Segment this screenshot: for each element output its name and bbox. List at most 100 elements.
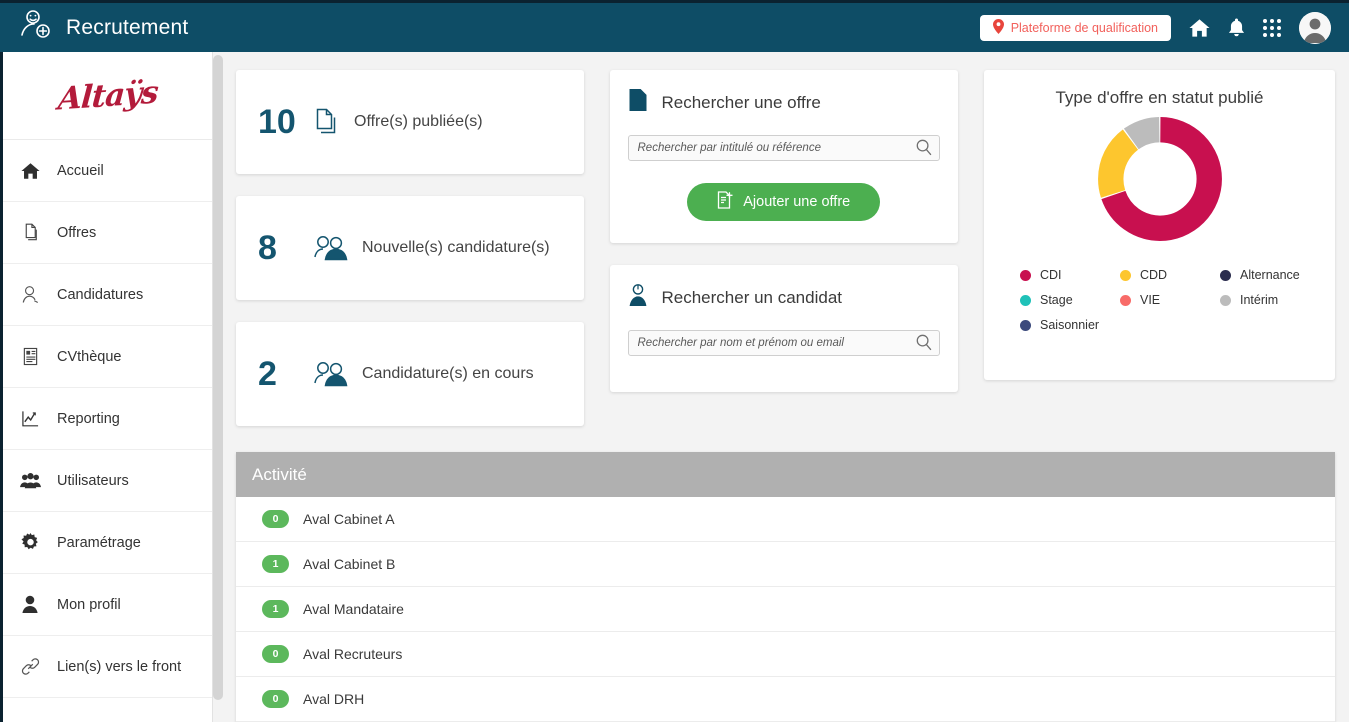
home-icon[interactable] <box>1189 18 1210 38</box>
sidebar-logo[interactable]: Altaÿs <box>3 52 212 140</box>
search-offer-input[interactable] <box>627 135 940 161</box>
search-offer-header: Rechercher une offre <box>628 88 941 117</box>
legend-item-vie[interactable]: VIE <box>1120 293 1220 307</box>
apps-grid-icon[interactable] <box>1263 18 1281 37</box>
bell-icon[interactable] <box>1228 18 1245 38</box>
add-offer-button[interactable]: Ajouter une offre <box>687 183 881 221</box>
search-offer-title: Rechercher une offre <box>661 92 821 112</box>
person-filled-icon <box>19 595 41 614</box>
activity-count-badge: 0 <box>262 510 289 528</box>
avatar[interactable] <box>1299 11 1331 44</box>
sidebar-item-cvtheque[interactable]: CVthèque <box>3 326 212 388</box>
legend-item-cdd[interactable]: CDD <box>1120 268 1220 282</box>
legend-item-saisonnier[interactable]: Saisonnier <box>1020 318 1120 332</box>
legend-label: CDI <box>1040 268 1062 282</box>
legend-color-dot <box>1020 319 1031 331</box>
stat-label: Candidature(s) en cours <box>362 365 534 382</box>
activity-title: Activité <box>236 452 1335 497</box>
legend-color-dot <box>1120 294 1131 306</box>
cv-document-icon <box>19 347 41 366</box>
brand: Recrutement <box>0 9 188 46</box>
person-icon <box>628 283 648 312</box>
person-outline-icon <box>19 285 41 304</box>
main-content: 10 Offre(s) publiée(s) 8 Nouvelle(s) can… <box>223 52 1349 722</box>
activity-row[interactable]: 0 Aval DRH <box>236 677 1335 722</box>
chart-legend: CDI CDD Alternance Stage VIE Intérim Saisonnie… <box>998 268 1321 332</box>
stat-card-offres-publiees[interactable]: 10 Offre(s) publiée(s) <box>236 70 584 174</box>
sidebar-item-utilisateurs[interactable]: Utilisateurs <box>3 450 212 512</box>
legend-label: Stage <box>1040 293 1073 307</box>
sidebar-item-accueil[interactable]: Accueil <box>3 140 212 202</box>
legend-label: VIE <box>1140 293 1161 307</box>
sidebar: Altaÿs Accueil Offres Candidatures CVthè… <box>0 52 213 722</box>
stat-label: Nouvelle(s) candidature(s) <box>362 239 550 256</box>
activity-panel: Activité 0 Aval Cabinet A 1 Aval Cabinet B1… <box>236 452 1335 722</box>
legend-label: CDD <box>1140 268 1168 282</box>
search-candidate-input-wrap <box>627 330 940 356</box>
app-title: Recrutement <box>66 15 189 39</box>
sidebar-item-label: Mon profil <box>57 596 121 613</box>
offer-type-chart-card: Type d'offre en statut publié CDI CDD Alte… <box>984 70 1335 380</box>
sidebar-item-label: Utilisateurs <box>57 472 129 489</box>
donut-chart <box>998 114 1321 244</box>
sidebar-item-offres[interactable]: Offres <box>3 202 212 264</box>
sidebar-item-parametrage[interactable]: Paramétrage <box>3 512 212 574</box>
sidebar-item-label: Candidatures <box>57 286 144 303</box>
header-actions: Plateforme de qualification <box>979 11 1349 44</box>
add-offer-button-label: Ajouter une offre <box>743 194 851 210</box>
activity-count-badge: 1 <box>262 600 289 618</box>
platform-badge-label: Plateforme de qualification <box>1010 20 1158 35</box>
legend-item-cdi[interactable]: CDI <box>1020 268 1120 282</box>
sidebar-scrollbar-thumb[interactable] <box>213 55 223 700</box>
stat-card-nouvelles-candidatures[interactable]: 8 Nouvelle(s) candidature(s) <box>236 196 584 300</box>
activity-row-label: Aval Cabinet B <box>303 556 396 572</box>
activity-count-badge: 1 <box>262 555 289 573</box>
search-candidate-card: Rechercher un candidat <box>609 265 958 392</box>
donut-svg[interactable] <box>1095 114 1225 244</box>
users-group-icon <box>19 472 41 489</box>
activity-row[interactable]: 0 Aval Recruteurs <box>236 632 1335 677</box>
search-candidate-input[interactable] <box>627 330 940 356</box>
sidebar-item-candidatures[interactable]: Candidatures <box>3 264 212 326</box>
legend-color-dot <box>1220 294 1231 306</box>
document-icon <box>628 88 648 117</box>
stat-value: 8 <box>258 228 277 267</box>
legend-item-stage[interactable]: Stage <box>1020 293 1120 307</box>
two-people-icon <box>314 235 348 261</box>
activity-count-badge: 0 <box>262 690 289 708</box>
activity-rows: 0 Aval Cabinet A 1 Aval Cabinet B 1 Aval Mand… <box>236 497 1335 722</box>
legend-label: Saisonnier <box>1040 318 1100 332</box>
legend-color-dot <box>1220 269 1231 281</box>
activity-row[interactable]: 1 Aval Mandataire <box>236 587 1335 632</box>
stat-value: 2 <box>258 354 277 393</box>
dashboard-top-row: 10 Offre(s) publiée(s) 8 Nouvelle(s) can… <box>236 70 1335 426</box>
legend-item-intérim[interactable]: Intérim <box>1220 293 1330 307</box>
chart-title: Type d'offre en statut publié <box>1055 88 1264 107</box>
chart-line-icon <box>19 410 41 428</box>
sidebar-item-label: Offres <box>57 224 97 241</box>
platform-qualification-badge[interactable]: Plateforme de qualification <box>979 14 1171 41</box>
add-offer-row: Ajouter une offre <box>628 183 941 221</box>
altays-logo-text: Altaÿs <box>56 73 159 118</box>
legend-label: Alternance <box>1240 268 1300 282</box>
search-candidate-header: Rechercher un candidat <box>628 283 941 312</box>
sidebar-item-liens-front[interactable]: Lien(s) vers le front <box>3 636 212 698</box>
legend-label: Intérim <box>1240 293 1279 307</box>
sidebar-item-reporting[interactable]: Reporting <box>3 388 212 450</box>
activity-row-label: Aval Cabinet A <box>303 511 395 527</box>
legend-color-dot <box>1120 269 1131 281</box>
stat-card-candidatures-en-cours[interactable]: 2 Candidature(s) en cours <box>236 322 584 426</box>
documents-icon <box>314 108 340 136</box>
location-pin-icon <box>992 18 1004 37</box>
activity-count-badge: 0 <box>262 645 289 663</box>
activity-row[interactable]: 1 Aval Cabinet B <box>236 542 1335 587</box>
legend-item-alternance[interactable]: Alternance <box>1220 268 1330 282</box>
stat-value: 10 <box>258 102 296 141</box>
legend-color-dot <box>1020 294 1031 306</box>
app-root: Recrutement Plateforme de qualification <box>0 0 1349 722</box>
sidebar-item-mon-profil[interactable]: Mon profil <box>3 574 212 636</box>
sidebar-item-label: Reporting <box>57 410 120 427</box>
activity-row[interactable]: 0 Aval Cabinet A <box>236 497 1335 542</box>
home-icon <box>19 162 41 180</box>
stat-label: Offre(s) publiée(s) <box>354 113 483 130</box>
